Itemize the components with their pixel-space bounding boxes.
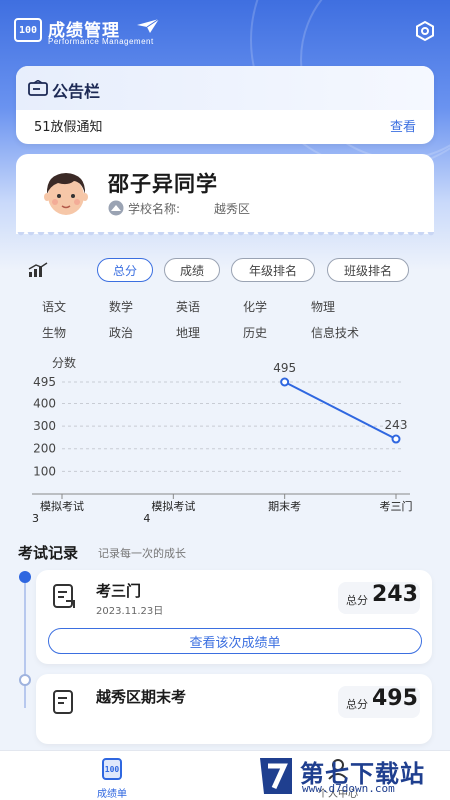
student-name: 邵子异同学 xyxy=(108,172,218,196)
x-tick-label: 期末考 xyxy=(268,499,301,513)
records-title: 考试记录 xyxy=(18,544,79,562)
subject-chemistry[interactable]: 化学 xyxy=(243,298,267,315)
card-divider xyxy=(16,232,434,242)
notice-board-icon xyxy=(28,80,48,96)
exam-record-card[interactable]: 越秀区期末考 总分 495 xyxy=(36,674,432,744)
total-score-label: 总分 xyxy=(346,594,368,607)
exam-record-card[interactable]: 考三门 2023.11.23日 总分 243 查看该次成绩单 xyxy=(36,570,432,664)
data-point xyxy=(391,434,401,444)
y-tick-label: 400 xyxy=(33,396,56,410)
school-icon xyxy=(108,200,124,216)
y-tick-label: 200 xyxy=(33,442,56,456)
data-label: 243 xyxy=(385,418,408,432)
x-tick-label: 模拟考试 xyxy=(151,499,195,513)
timeline-dot-active xyxy=(19,571,31,583)
data-point xyxy=(280,377,290,387)
profile-card: 邵子异同学 学校名称: 越秀区 xyxy=(16,154,434,234)
exam-name: 越秀区期末考 xyxy=(96,688,187,706)
tab-grade-rank[interactable]: 年级排名 xyxy=(231,258,315,282)
total-score-box: 总分 495 xyxy=(338,686,420,718)
subject-politics[interactable]: 政治 xyxy=(109,324,133,341)
exam-date: 2023.11.23日 xyxy=(96,606,164,617)
notice-view-link[interactable]: 查看 xyxy=(390,116,416,135)
total-score-label: 总分 xyxy=(346,698,368,711)
watermark-url: www.d7down.com xyxy=(302,782,395,795)
subject-geography[interactable]: 地理 xyxy=(176,324,200,341)
timeline-line xyxy=(24,578,26,708)
settings-hexagon-icon[interactable] xyxy=(414,20,436,42)
total-score-value: 495 xyxy=(372,686,418,711)
nav-label: 成绩单 xyxy=(97,789,127,800)
records-subtitle: 记录每一次的成长 xyxy=(98,547,186,560)
subject-english[interactable]: 英语 xyxy=(176,298,200,315)
view-report-button[interactable]: 查看该次成绩单 xyxy=(48,628,422,654)
student-avatar-icon xyxy=(44,173,88,215)
document-icon xyxy=(53,690,73,714)
subject-history[interactable]: 历史 xyxy=(243,324,267,341)
timeline-dot xyxy=(19,674,31,686)
app-header: 100 成绩管理 Performance Management xyxy=(0,0,450,60)
x-tick-label: 3 xyxy=(32,512,39,525)
subject-it[interactable]: 信息技术 xyxy=(311,324,359,341)
y-tick-label: 300 xyxy=(33,419,56,433)
x-tick-label: 4 xyxy=(143,512,150,525)
svg-text:100: 100 xyxy=(105,765,120,774)
exam-name: 考三门 xyxy=(96,582,142,600)
document-icon xyxy=(53,584,75,608)
notice-message[interactable]: 51放假通知 xyxy=(34,116,103,135)
x-tick-label: 考三门 xyxy=(380,499,413,513)
tab-total-score[interactable]: 总分 xyxy=(97,258,153,282)
subject-biology[interactable]: 生物 xyxy=(42,324,66,341)
total-score-value: 243 xyxy=(372,582,418,607)
subject-chinese[interactable]: 语文 xyxy=(42,298,66,315)
report-card-icon: 100 xyxy=(102,758,122,780)
data-label: 495 xyxy=(273,361,296,375)
bar-chart-icon xyxy=(28,262,48,277)
school-label: 学校名称: xyxy=(128,202,181,216)
x-tick-label: 模拟考试 xyxy=(40,499,84,513)
tab-scores[interactable]: 成绩 xyxy=(164,258,220,282)
tab-class-rank[interactable]: 班级排名 xyxy=(327,258,409,282)
notice-header: 公告栏 xyxy=(16,66,434,110)
app-logo: 100 xyxy=(14,18,42,42)
score-line-chart: 495400300200100模拟考试3模拟考试4期末考 考三门495243 xyxy=(32,361,413,525)
series-line xyxy=(284,381,397,440)
school-value: 越秀区 xyxy=(214,202,251,216)
total-score-box: 总分 243 xyxy=(338,582,420,614)
notice-title: 公告栏 xyxy=(52,82,101,101)
site-watermark: 第七下载站 www.d7down.com xyxy=(256,752,450,800)
paper-plane-icon xyxy=(137,18,160,33)
watermark-logo-icon xyxy=(260,758,292,794)
nav-report-card[interactable]: 100 成绩单 xyxy=(72,755,152,800)
y-tick-label: 495 xyxy=(33,375,56,389)
subject-physics[interactable]: 物理 xyxy=(311,298,335,315)
app-subtitle: Performance Management xyxy=(48,37,154,46)
notice-card: 公告栏 51放假通知 查看 xyxy=(16,66,434,144)
subject-math[interactable]: 数学 xyxy=(109,298,133,315)
y-tick-label: 100 xyxy=(33,464,56,478)
